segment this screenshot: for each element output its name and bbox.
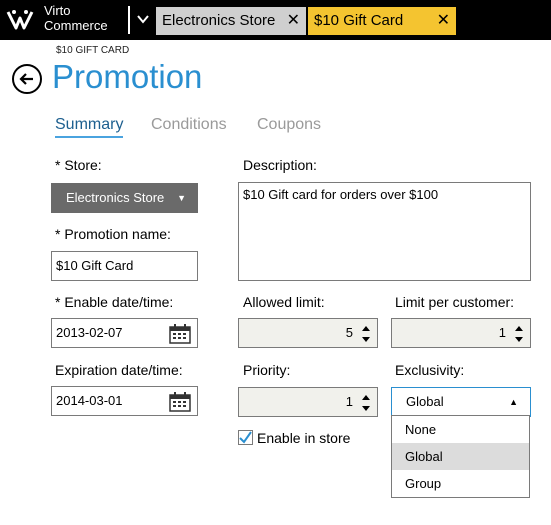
calendar-icon[interactable] xyxy=(169,324,191,344)
allowed-limit-value: 5 xyxy=(345,325,353,340)
priority-value: 1 xyxy=(345,394,353,409)
tab-label: $10 Gift Card xyxy=(314,12,404,29)
chevron-down-icon[interactable] xyxy=(136,12,150,26)
tab-label: Electronics Store xyxy=(162,12,276,29)
brand-line-2: Commerce xyxy=(44,18,108,33)
exclusivity-menu: None Global Group xyxy=(391,415,530,498)
priority-label: Priority: xyxy=(243,362,291,378)
menu-item-group[interactable]: Group xyxy=(392,470,529,497)
tab-summary[interactable]: Summary xyxy=(55,116,124,138)
allowed-limit-stepper[interactable]: 5 xyxy=(238,318,378,348)
caret-up-icon[interactable] xyxy=(361,392,371,402)
caret-down-icon[interactable] xyxy=(361,335,371,345)
menu-item-global[interactable]: Global xyxy=(392,443,529,470)
top-bar: Virto Commerce Electronics Store ✕ $10 G… xyxy=(0,0,551,40)
caret-up-icon[interactable] xyxy=(514,323,524,333)
promotion-name-input[interactable]: $10 Gift Card xyxy=(51,251,198,281)
exclusivity-label: Exclusivity: xyxy=(395,362,465,378)
page-title: Promotion xyxy=(52,58,203,95)
calendar-icon[interactable] xyxy=(169,392,191,412)
tab-conditions[interactable]: Conditions xyxy=(151,116,227,134)
caret-up-icon[interactable] xyxy=(361,323,371,333)
virto-logo-icon xyxy=(6,10,34,30)
exclusivity-dropdown[interactable]: Global ▲ xyxy=(391,387,531,417)
enable-date-value: 2013-02-07 xyxy=(56,325,123,340)
menu-item-none[interactable]: None xyxy=(392,416,529,443)
store-dropdown-value: Electronics Store xyxy=(66,190,165,205)
tab-gift-card[interactable]: $10 Gift Card ✕ xyxy=(308,7,456,35)
priority-stepper[interactable]: 1 xyxy=(238,387,378,417)
description-textarea[interactable]: $10 Gift card for orders over $100 xyxy=(238,182,531,281)
expiration-date-field[interactable]: 2014-03-01 xyxy=(51,386,198,416)
checkmark-icon xyxy=(239,431,252,444)
close-icon[interactable]: ✕ xyxy=(287,7,300,35)
caret-up-icon: ▲ xyxy=(509,397,518,407)
limit-per-customer-stepper[interactable]: 1 xyxy=(391,318,531,348)
caret-down-icon: ▼ xyxy=(177,193,186,203)
store-label: * Store: xyxy=(55,157,102,173)
expiration-date-label: Expiration date/time: xyxy=(55,362,183,378)
enable-date-field[interactable]: 2013-02-07 xyxy=(51,318,198,348)
store-dropdown[interactable]: Electronics Store ▼ xyxy=(51,183,198,213)
allowed-limit-label: Allowed limit: xyxy=(243,294,325,310)
expiration-date-value: 2014-03-01 xyxy=(56,393,123,408)
close-icon[interactable]: ✕ xyxy=(437,7,450,35)
brand-line-1: Virto xyxy=(44,3,71,18)
breadcrumb: $10 GIFT CARD xyxy=(56,45,130,56)
limit-per-customer-label: Limit per customer: xyxy=(395,294,515,310)
caret-down-icon[interactable] xyxy=(514,335,524,345)
exclusivity-value: Global xyxy=(406,394,444,409)
promotion-name-label: * Promotion name: xyxy=(55,226,171,242)
back-arrow-icon[interactable] xyxy=(12,64,42,94)
enable-date-label: * Enable date/time: xyxy=(55,294,174,310)
brand-name: Virto Commerce xyxy=(44,3,108,33)
tab-coupons[interactable]: Coupons xyxy=(257,116,321,134)
description-label: Description: xyxy=(243,157,317,173)
enable-in-store-checkbox[interactable] xyxy=(238,430,253,445)
divider xyxy=(128,6,130,34)
enable-in-store-label: Enable in store xyxy=(257,430,351,446)
limit-per-customer-value: 1 xyxy=(498,325,506,340)
tab-electronics-store[interactable]: Electronics Store ✕ xyxy=(156,7,306,35)
caret-down-icon[interactable] xyxy=(361,404,371,414)
